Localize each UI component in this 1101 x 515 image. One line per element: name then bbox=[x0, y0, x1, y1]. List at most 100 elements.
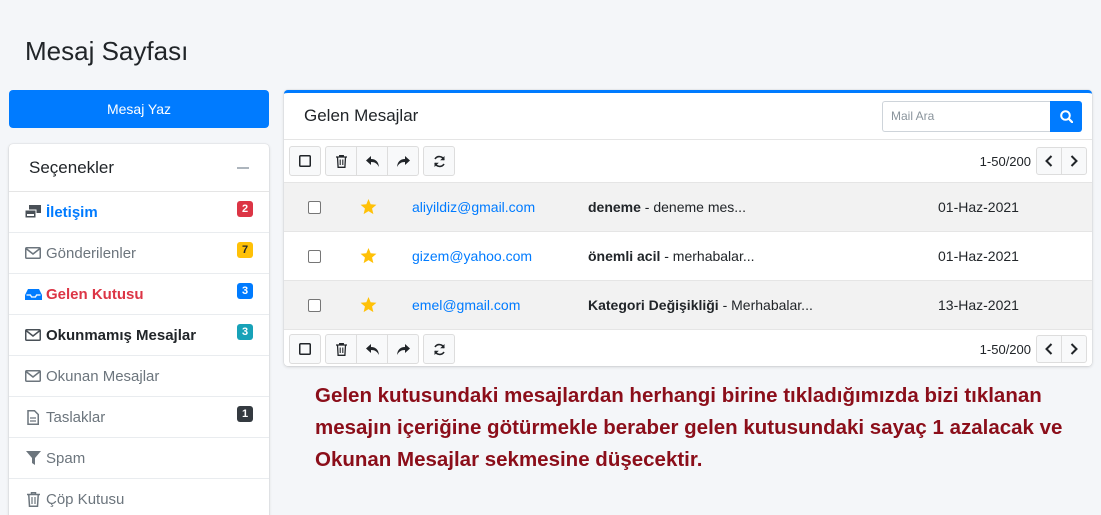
sidebar-item-label: Spam bbox=[46, 449, 86, 467]
search-button[interactable] bbox=[1050, 100, 1082, 132]
refresh-button[interactable] bbox=[423, 334, 455, 364]
reply-button[interactable] bbox=[356, 334, 388, 364]
row-date: 13-Haz-2021 bbox=[938, 297, 1019, 313]
forward-button[interactable] bbox=[387, 334, 419, 364]
table-row[interactable]: gizem@yahoo.com önemli acil - merhabalar… bbox=[284, 231, 1092, 280]
table-row[interactable]: aliyildiz@gmail.com deneme - deneme mes.… bbox=[284, 182, 1092, 231]
collapse-icon[interactable] bbox=[237, 166, 249, 169]
refresh-button[interactable] bbox=[423, 146, 455, 176]
row-sender[interactable]: emel@gmail.com bbox=[392, 297, 588, 313]
sidebar-item-gelen-kutusu[interactable]: Gelen Kutusu 3 bbox=[9, 274, 269, 315]
row-select-cell bbox=[284, 200, 344, 214]
star-icon[interactable] bbox=[360, 199, 377, 215]
sidebar-item-taslaklar[interactable]: Taslaklar 1 bbox=[9, 397, 269, 438]
count-badge: 3 bbox=[237, 283, 253, 299]
count-badge: 3 bbox=[237, 324, 253, 340]
compose-button[interactable]: Mesaj Yaz bbox=[9, 90, 269, 128]
subject-preview: - merhabalar... bbox=[660, 248, 755, 264]
row-date: 01-Haz-2021 bbox=[938, 199, 1019, 215]
count-badge: 2 bbox=[237, 201, 253, 217]
mail-toolbar-top: 1-50/200 bbox=[284, 140, 1092, 182]
mailbox-title: Gelen Mesajlar bbox=[304, 106, 419, 125]
sidebar-item-label: İletişim bbox=[46, 203, 98, 221]
next-page-button[interactable] bbox=[1061, 147, 1087, 175]
sidebar-item-label: Okunan Mesajlar bbox=[46, 367, 160, 385]
row-select-cell bbox=[284, 249, 344, 263]
options-header: Seçenekler bbox=[9, 144, 269, 192]
pagination: 1-50/200 bbox=[980, 335, 1087, 363]
chevron-right-icon bbox=[1070, 343, 1078, 355]
search-icon bbox=[1059, 109, 1073, 123]
star-cell bbox=[344, 199, 392, 215]
count-badge: 1 bbox=[237, 406, 253, 422]
sidebar-item-label: Çöp Kutusu bbox=[46, 490, 125, 508]
trash-icon bbox=[335, 154, 347, 168]
prev-page-button[interactable] bbox=[1036, 335, 1062, 363]
toolbar-buttons bbox=[289, 146, 455, 176]
page-title: Mesaj Sayfası bbox=[25, 36, 189, 66]
pager-text: 1-50/200 bbox=[979, 341, 1031, 357]
row-subject[interactable]: önemli acil - merhabalar... bbox=[588, 248, 938, 264]
options-panel: Seçenekler İletişim 2 Gönderilenler 7 Ge… bbox=[9, 144, 269, 515]
forward-button[interactable] bbox=[387, 146, 419, 176]
sidebar-item-label: Gelen Kutusu bbox=[46, 285, 144, 303]
sidebar-item-spam[interactable]: Spam bbox=[9, 438, 269, 479]
forward-icon bbox=[396, 343, 410, 355]
search-input[interactable] bbox=[882, 100, 1050, 132]
checkbox-icon bbox=[299, 155, 311, 167]
sidebar-item-gonderilenler[interactable]: Gönderilenler 7 bbox=[9, 233, 269, 274]
star-icon[interactable] bbox=[360, 248, 377, 264]
sidebar-item-label: Gönderilenler bbox=[46, 244, 137, 262]
search-group bbox=[882, 100, 1082, 132]
annotation-text: Gelen kutusundaki mesajlardan herhangi b… bbox=[315, 384, 1063, 471]
sidebar-item-okunmamis[interactable]: Okunmamış Mesajlar 3 bbox=[9, 315, 269, 356]
sidebar-item-cop[interactable]: Çöp Kutusu bbox=[9, 479, 269, 515]
row-date: 01-Haz-2021 bbox=[938, 248, 1019, 264]
trash-icon bbox=[335, 342, 347, 356]
pagination: 1-50/200 bbox=[980, 147, 1087, 175]
sidebar-item-okunan[interactable]: Okunan Mesajlar bbox=[9, 356, 269, 397]
forward-icon bbox=[396, 155, 410, 167]
mailbox-panel: Gelen Mesajlar 1- bbox=[284, 90, 1092, 366]
sidebar-item-label: Taslaklar bbox=[46, 408, 106, 426]
subject-title: Kategori Değişikliği bbox=[588, 297, 719, 313]
chevron-left-icon bbox=[1045, 343, 1053, 355]
envelope-icon bbox=[24, 368, 42, 384]
row-subject[interactable]: Kategori Değişikliği - Merhabalar... bbox=[588, 297, 938, 313]
file-icon bbox=[24, 409, 42, 425]
star-icon[interactable] bbox=[360, 297, 377, 313]
row-checkbox[interactable] bbox=[307, 298, 321, 312]
star-cell bbox=[344, 297, 392, 313]
row-sender[interactable]: gizem@yahoo.com bbox=[392, 248, 588, 264]
refresh-icon bbox=[433, 343, 445, 355]
options-title: Seçenekler bbox=[29, 157, 115, 177]
count-badge: 7 bbox=[237, 242, 253, 258]
reply-icon bbox=[365, 343, 379, 355]
reply-button[interactable] bbox=[356, 146, 388, 176]
next-page-button[interactable] bbox=[1061, 335, 1087, 363]
row-checkbox[interactable] bbox=[307, 200, 321, 214]
row-subject[interactable]: deneme - deneme mes... bbox=[588, 199, 938, 215]
toolbar-buttons bbox=[289, 334, 455, 364]
delete-button[interactable] bbox=[325, 146, 357, 176]
filter-icon bbox=[24, 450, 42, 466]
pager-text: 1-50/200 bbox=[979, 153, 1031, 169]
envelope-icon bbox=[24, 245, 42, 261]
delete-button[interactable] bbox=[325, 334, 357, 364]
chevron-left-icon bbox=[1045, 155, 1053, 167]
mail-toolbar-bottom: 1-50/200 bbox=[284, 329, 1092, 366]
row-sender[interactable]: aliyildiz@gmail.com bbox=[392, 199, 588, 215]
row-select-cell bbox=[284, 298, 344, 312]
checkbox-icon bbox=[299, 343, 311, 355]
table-row[interactable]: emel@gmail.com Kategori Değişikliği - Me… bbox=[284, 280, 1092, 329]
subject-preview: - deneme mes... bbox=[640, 199, 746, 215]
envelope-icon bbox=[24, 327, 42, 343]
refresh-icon bbox=[433, 155, 445, 167]
subject-title: deneme bbox=[588, 199, 641, 215]
row-checkbox[interactable] bbox=[307, 249, 321, 263]
prev-page-button[interactable] bbox=[1036, 147, 1062, 175]
select-all-button[interactable] bbox=[289, 334, 321, 364]
select-all-button[interactable] bbox=[289, 146, 321, 176]
mailbox-header: Gelen Mesajlar bbox=[284, 93, 1092, 140]
sidebar-item-iletisim[interactable]: İletişim 2 bbox=[9, 192, 269, 233]
